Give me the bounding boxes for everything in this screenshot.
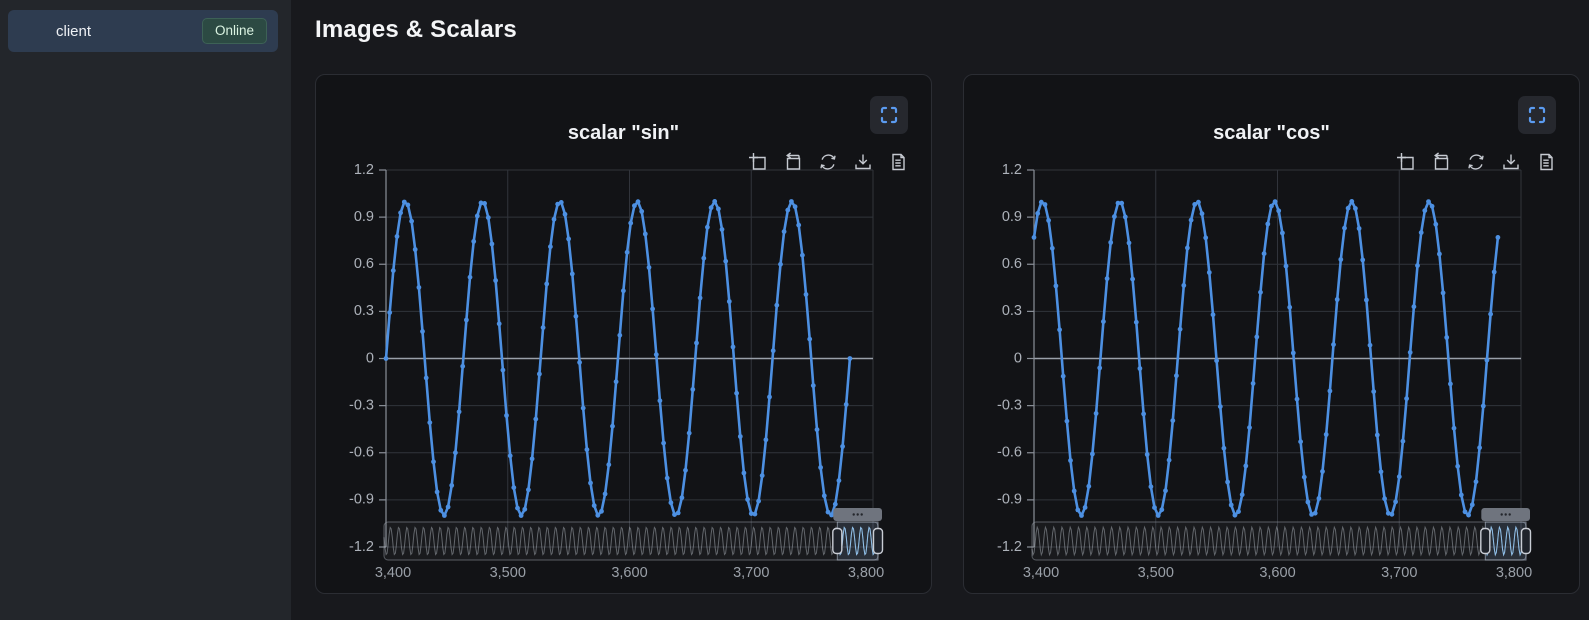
- data-view-button[interactable]: [887, 151, 909, 173]
- x-tick-label: 3,600: [611, 565, 647, 581]
- app-window: client Online Images & Scalars 1.2 0.9 0.6…: [0, 0, 1589, 620]
- box-select-zoom-icon: [1396, 152, 1416, 172]
- y-tick-label: 0.9: [354, 209, 374, 225]
- save-as-image-icon: [853, 152, 873, 172]
- save-as-image-button[interactable]: [1500, 151, 1522, 173]
- restore-button[interactable]: [817, 151, 839, 173]
- zoom-reset-button[interactable]: [782, 151, 804, 173]
- y-tick-label: -0.9: [349, 492, 374, 508]
- chart-grid: 1.20.90.60.30-0.3-0.6-0.9-1.23,4003,5003…: [315, 74, 1589, 594]
- restore-icon: [818, 152, 838, 172]
- box-select-zoom-icon: [748, 152, 768, 172]
- y-tick-label: -0.3: [349, 397, 374, 413]
- chart-toolbar: [747, 151, 909, 173]
- zoom-reset-icon: [783, 152, 803, 172]
- x-tick-label: 3,800: [1496, 565, 1532, 581]
- datazoom-track[interactable]: [384, 522, 878, 560]
- y-tick-label: -1.2: [997, 539, 1022, 555]
- right-handle-icon[interactable]: [1522, 529, 1531, 554]
- x-tick-label: 3,600: [1259, 565, 1295, 581]
- y-tick-label: -0.6: [997, 445, 1022, 461]
- left-handle-icon[interactable]: [833, 529, 842, 554]
- x-tick-label: 3,700: [733, 565, 769, 581]
- y-tick-label: 0.9: [1002, 209, 1022, 225]
- x-tick-label: 3,500: [490, 565, 526, 581]
- datazoom-window[interactable]: [1485, 522, 1526, 560]
- data-view-icon: [1536, 152, 1556, 172]
- y-tick-label: 1.2: [1002, 162, 1022, 178]
- x-tick-label: 3,500: [1138, 565, 1174, 581]
- zoom-reset-icon: [1431, 152, 1451, 172]
- sidebar: client Online: [0, 0, 291, 620]
- right-handle-icon[interactable]: [874, 529, 883, 554]
- fullscreen-button[interactable]: [1518, 96, 1556, 134]
- status-badge: Online: [202, 18, 267, 45]
- y-tick-label: 0.3: [354, 303, 374, 319]
- save-as-image-icon: [1501, 152, 1521, 172]
- restore-icon: [1466, 152, 1486, 172]
- box-select-zoom-button[interactable]: [1395, 151, 1417, 173]
- box-select-zoom-button[interactable]: [747, 151, 769, 173]
- save-as-image-button[interactable]: [852, 151, 874, 173]
- x-tick-label: 3,700: [1381, 565, 1417, 581]
- y-tick-label: 1.2: [354, 162, 374, 178]
- y-tick-label: 0.6: [1002, 256, 1022, 272]
- restore-button[interactable]: [1465, 151, 1487, 173]
- y-tick-label: 0.3: [1002, 303, 1022, 319]
- left-handle-icon[interactable]: [1481, 529, 1490, 554]
- fullscreen-button[interactable]: [870, 96, 908, 134]
- y-tick-label: 0: [1014, 350, 1022, 366]
- x-tick-label: 3,400: [375, 565, 411, 581]
- chart-card-cos: 1.2 0.9 0.6 0.3 0 -0.3 -0.6 -0.9 -1.23,400 3,500 3…: [963, 74, 1580, 594]
- y-tick-label: -0.6: [349, 445, 374, 461]
- x-tick-label: 3,800: [848, 565, 884, 581]
- chart-toolbar: [1395, 151, 1557, 173]
- data-view-button[interactable]: [1535, 151, 1557, 173]
- fullscreen-icon: [1527, 105, 1547, 125]
- y-tick-label: 0: [366, 350, 374, 366]
- datazoom-window[interactable]: [837, 522, 878, 560]
- sidebar-item-client[interactable]: client Online: [8, 10, 278, 52]
- zoom-reset-button[interactable]: [1430, 151, 1452, 173]
- y-tick-label: -0.3: [997, 397, 1022, 413]
- x-tick-label: 3,400: [1023, 565, 1059, 581]
- client-name-label: client: [8, 23, 202, 40]
- main-content: Images & Scalars 1.2 0.9 0.6 0.3 0 -0.3 -0.6 -0…: [291, 0, 1589, 620]
- y-tick-label: 0.6: [354, 256, 374, 272]
- chart-card-sin: 1.2 0.9 0.6 0.3 0 -0.3 -0.6 -0.9 -1.23,400 3,500 3…: [315, 74, 932, 594]
- data-view-icon: [888, 152, 908, 172]
- y-tick-label: -1.2: [349, 539, 374, 555]
- page-title: Images & Scalars: [315, 16, 1589, 44]
- y-tick-label: -0.9: [997, 492, 1022, 508]
- fullscreen-icon: [879, 105, 899, 125]
